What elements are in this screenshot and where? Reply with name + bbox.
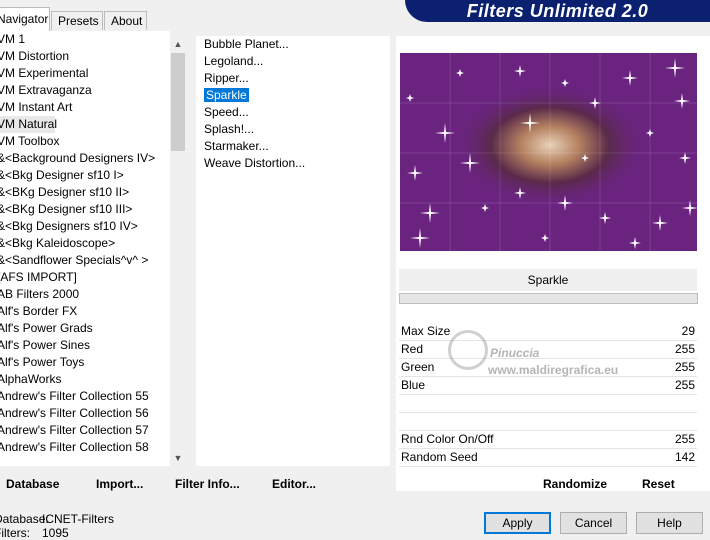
filter-info-button[interactable]: Filter Info... xyxy=(175,477,240,491)
category-item[interactable]: &<BKg Designer sf10 III> xyxy=(0,201,170,218)
filters-status-label: Filters: xyxy=(0,526,30,540)
category-item[interactable]: &<Bkg Designer sf10 I> xyxy=(0,167,170,184)
category-item[interactable]: VM 1 xyxy=(0,31,170,48)
category-item[interactable]: Alf's Power Grads xyxy=(0,320,170,337)
param-row[interactable]: Rnd Color On/Off 255 xyxy=(399,431,697,448)
scroll-up-arrow-icon[interactable]: ▲ xyxy=(170,36,186,52)
tab-presets[interactable]: Presets xyxy=(51,11,103,30)
filter-preview-image xyxy=(400,53,697,251)
category-item[interactable]: [AFS IMPORT] xyxy=(0,269,170,286)
filter-item[interactable]: Bubble Planet... xyxy=(196,36,390,53)
category-item[interactable]: Alf's Border FX xyxy=(0,303,170,320)
filters-status-value: 1095 xyxy=(42,526,69,540)
category-item[interactable]: VM Extravaganza xyxy=(0,82,170,99)
filter-item[interactable]: Ripper... xyxy=(196,70,390,87)
category-item[interactable]: VM Instant Art xyxy=(0,99,170,116)
category-item[interactable]: Andrew's Filter Collection 55 xyxy=(0,388,170,405)
param-separator xyxy=(399,430,697,431)
randomize-button[interactable]: Randomize xyxy=(543,477,607,491)
param-row[interactable]: Random Seed 142 xyxy=(399,449,697,466)
param-label: Random Seed xyxy=(401,450,478,464)
category-item[interactable]: VM Experimental xyxy=(0,65,170,82)
param-row[interactable] xyxy=(399,395,697,412)
filter-item[interactable]: Starmaker... xyxy=(196,138,390,155)
param-value[interactable]: 255 xyxy=(675,341,695,358)
category-item[interactable]: &<Bkg Designers sf10 IV> xyxy=(0,218,170,235)
param-label: Green xyxy=(401,360,435,374)
category-item[interactable]: &<BKg Designer sf10 II> xyxy=(0,184,170,201)
category-item[interactable]: Andrew's Filter Collection 56 xyxy=(0,405,170,422)
param-label: Max Size xyxy=(401,324,451,338)
filter-list[interactable]: Bubble Planet... Legoland... Ripper... Spar… xyxy=(196,36,390,466)
category-item[interactable]: VM Distortion xyxy=(0,48,170,65)
category-list[interactable]: VM 1 VM Distortion VM Experimental VM Extra… xyxy=(0,31,170,466)
scroll-down-arrow-icon[interactable]: ▼ xyxy=(170,450,186,466)
param-value[interactable]: 255 xyxy=(675,431,695,448)
param-separator xyxy=(399,466,697,467)
param-separator xyxy=(399,412,697,413)
apply-button[interactable]: Apply xyxy=(484,512,551,534)
category-item[interactable]: &<Sandflower Specials^v^ > xyxy=(0,252,170,269)
category-item[interactable]: &<Bkg Kaleidoscope> xyxy=(0,235,170,252)
category-item[interactable]: &<Background Designers IV> xyxy=(0,150,170,167)
filter-name-label: Sparkle xyxy=(399,269,697,291)
category-item[interactable]: AlphaWorks xyxy=(0,371,170,388)
param-row[interactable]: Blue 255 xyxy=(399,377,697,394)
help-button[interactable]: Help xyxy=(636,512,703,534)
category-item[interactable]: VM Natural xyxy=(0,116,57,133)
reset-button[interactable]: Reset xyxy=(642,477,675,491)
category-item[interactable]: Andrew's Filter Collection 57 xyxy=(0,422,170,439)
param-row[interactable]: Red 255 xyxy=(399,341,697,358)
param-label: Rnd Color On/Off xyxy=(401,432,494,446)
param-row[interactable]: Max Size 29 xyxy=(399,323,697,340)
param-value[interactable]: 29 xyxy=(682,323,695,340)
category-scrollbar[interactable]: ▲ ▼ xyxy=(170,36,186,466)
category-item[interactable]: Andrew's Filter Collection 58 xyxy=(0,439,170,456)
database-status-value: ICNET-Filters xyxy=(42,512,114,526)
preview-svg xyxy=(400,53,697,251)
scroll-thumb[interactable] xyxy=(171,53,185,151)
app-banner-title: Filters Unlimited 2.0 xyxy=(405,0,710,22)
category-item[interactable]: Alf's Power Toys xyxy=(0,354,170,371)
filter-item-label: Sparkle xyxy=(204,88,249,102)
editor-button[interactable]: Editor... xyxy=(272,477,316,491)
cancel-button[interactable]: Cancel xyxy=(560,512,627,534)
param-label: Red xyxy=(401,342,424,356)
param-value[interactable]: 255 xyxy=(675,377,695,394)
param-value[interactable]: 255 xyxy=(675,359,695,376)
param-value[interactable]: 142 xyxy=(675,449,695,466)
category-item[interactable]: AB Filters 2000 xyxy=(0,286,170,303)
category-item[interactable]: VM Toolbox xyxy=(0,133,170,150)
param-row[interactable]: Green 255 xyxy=(399,359,697,376)
filter-item[interactable]: Sparkle xyxy=(204,87,249,104)
category-item[interactable]: Alf's Power Sines xyxy=(0,337,170,354)
param-label: Blue xyxy=(401,378,426,392)
progress-bar xyxy=(399,293,698,304)
filter-item[interactable]: Speed... xyxy=(196,104,390,121)
filter-item[interactable]: Splash!... xyxy=(196,121,390,138)
database-button[interactable]: Database xyxy=(6,477,59,491)
tab-about[interactable]: About xyxy=(104,11,147,30)
tab-navigator[interactable]: Navigator xyxy=(0,7,50,31)
import-button[interactable]: Import... xyxy=(96,477,143,491)
filter-item[interactable]: Weave Distortion... xyxy=(196,155,390,172)
filter-item[interactable]: Legoland... xyxy=(196,53,390,70)
